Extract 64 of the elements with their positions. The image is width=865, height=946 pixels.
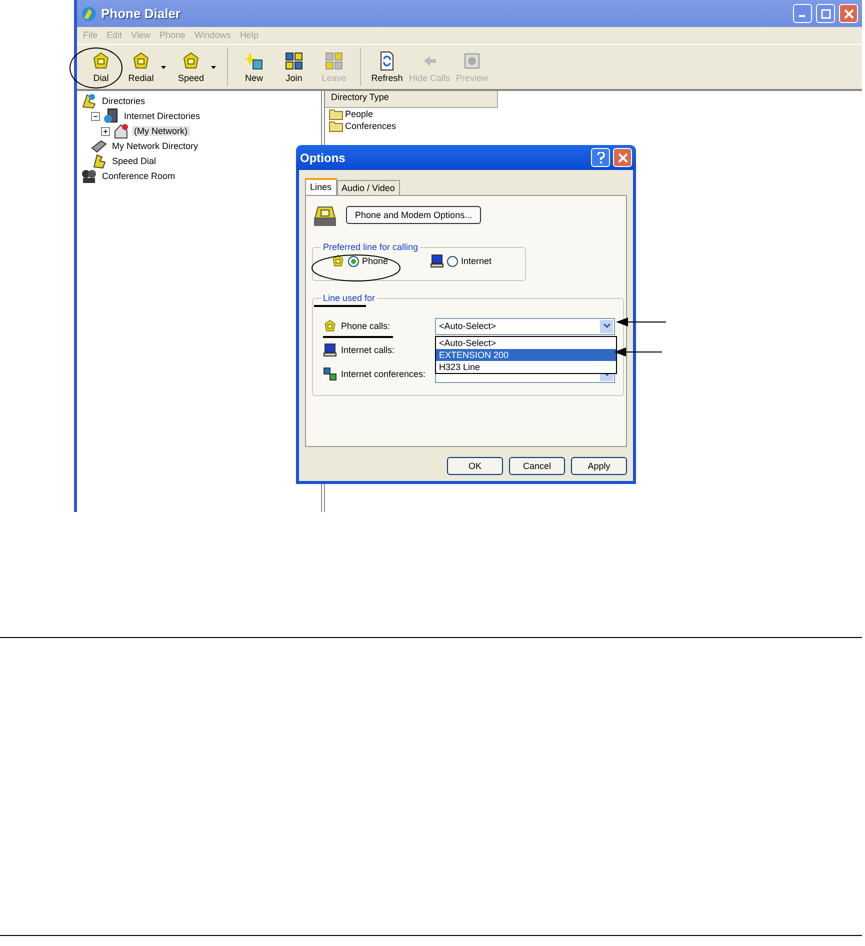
close-icon — [618, 152, 628, 162]
caret-icon[interactable] — [161, 66, 166, 68]
expand-icon[interactable] — [101, 126, 110, 136]
field-label: Internet calls: — [341, 345, 395, 355]
tree-item[interactable]: (My Network) — [132, 126, 190, 136]
toolbar-button[interactable]: Redial — [121, 46, 161, 88]
toolbar-button[interactable]: Dial — [81, 46, 121, 88]
close-button[interactable] — [839, 4, 858, 23]
close-icon — [844, 8, 854, 18]
dialog-button[interactable]: Apply — [571, 457, 627, 475]
pointer-arrow — [616, 318, 666, 326]
radio-option[interactable]: Phone — [331, 254, 388, 268]
film-icon — [462, 51, 482, 71]
toolbar-button[interactable]: Refresh — [367, 46, 407, 88]
options-button[interactable]: Phone and Modem Options... — [346, 206, 482, 224]
computer-icon — [430, 254, 444, 268]
close-button[interactable] — [613, 148, 632, 167]
line-select[interactable]: <Auto-Select> — [435, 318, 615, 334]
group-title: Line used for — [322, 293, 376, 303]
grid-icon — [284, 51, 304, 71]
annotation-underline — [314, 305, 366, 307]
minimize-button[interactable] — [793, 4, 812, 23]
toolbar-button[interactable]: New — [234, 46, 274, 88]
tree-item[interactable]: Speed Dial — [110, 156, 158, 166]
radio-option[interactable]: Internet — [430, 254, 492, 268]
sparkle-icon — [244, 51, 264, 71]
dialog-button[interactable]: Cancel — [509, 457, 565, 475]
group-title: Preferred line for calling — [322, 242, 420, 252]
list-item[interactable]: People — [345, 109, 374, 119]
help-button[interactable] — [591, 148, 610, 167]
maximize-icon — [820, 8, 830, 18]
caret-icon[interactable] — [211, 66, 216, 68]
collapse-icon[interactable] — [91, 112, 100, 120]
server-icon — [103, 108, 119, 124]
field-label: Phone calls: — [341, 321, 390, 331]
annotation-ellipse — [70, 48, 122, 88]
dialog-title: Options — [300, 150, 346, 164]
annotation-underline — [323, 336, 393, 338]
tree-item[interactable]: Directories — [100, 96, 148, 106]
tab[interactable]: Lines — [305, 178, 337, 195]
help-icon — [596, 152, 604, 164]
toolbar-button[interactable]: Speed — [171, 46, 211, 88]
dropdown-option[interactable]: EXTENSION 200 — [436, 349, 616, 361]
dialog-button[interactable]: OK — [447, 457, 503, 475]
tree-item[interactable]: My Network Directory — [110, 141, 200, 151]
people-icon — [81, 168, 97, 184]
tab[interactable]: Audio / Video — [336, 180, 400, 195]
dropdown-option[interactable]: H323 Line — [436, 361, 616, 373]
globe-icon — [81, 6, 97, 22]
list-item[interactable]: Conferences — [345, 121, 396, 131]
tree-item[interactable]: Internet Directories — [122, 111, 202, 121]
network-icon — [323, 367, 337, 381]
window-title: Phone Dialer — [101, 6, 182, 21]
folder-icon — [329, 120, 343, 132]
column-header[interactable]: Directory Type — [325, 91, 498, 108]
grid-icon — [324, 51, 344, 71]
toolbar-button[interactable]: Join — [274, 46, 314, 88]
dropdown-option[interactable]: <Auto-Select> — [436, 337, 616, 349]
chevron-icon — [602, 323, 610, 329]
tree-item[interactable]: Conference Room — [100, 171, 178, 181]
network-icon — [113, 123, 129, 139]
computer-icon — [323, 343, 337, 357]
maximize-button[interactable] — [816, 4, 835, 23]
field-label: Internet conferences: — [341, 369, 426, 379]
